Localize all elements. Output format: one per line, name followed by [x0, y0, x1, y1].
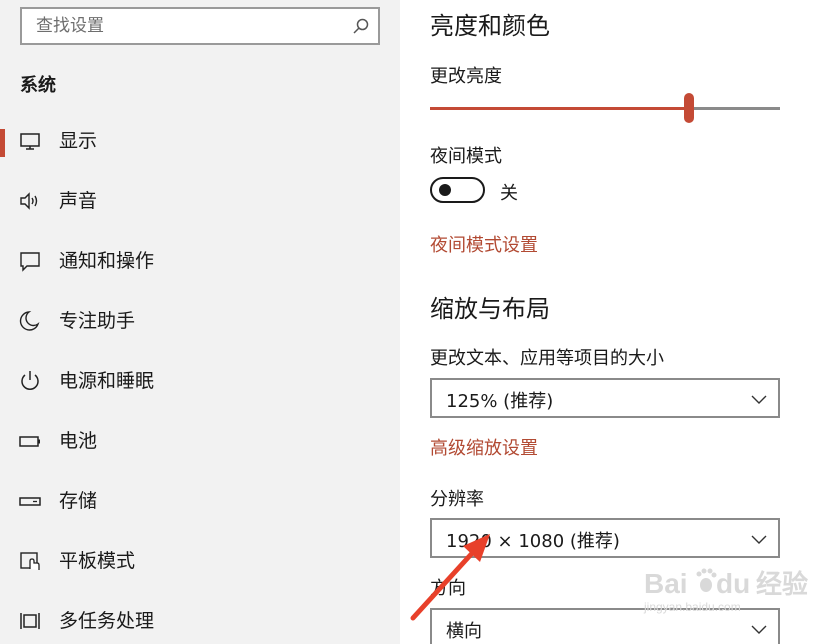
sidebar-item-storage[interactable]: 存储 — [0, 477, 400, 525]
night-light-toggle[interactable] — [430, 177, 485, 203]
sidebar-item-power-sleep[interactable]: 电源和睡眠 — [0, 357, 400, 405]
slider-fill — [430, 107, 689, 110]
night-light-label: 夜间模式 — [430, 146, 502, 167]
sidebar-item-label: 平板模式 — [59, 550, 136, 572]
battery-icon — [19, 436, 40, 447]
sidebar-item-display[interactable]: 显示 — [0, 117, 400, 165]
multitasking-icon — [20, 613, 40, 629]
search-input[interactable] — [22, 9, 342, 43]
sidebar-item-label: 电源和睡眠 — [59, 370, 155, 392]
chevron-down-icon — [751, 535, 767, 544]
power-icon — [21, 371, 39, 390]
resolution-label: 分辨率 — [430, 489, 484, 510]
scale-layout-heading: 缩放与布局 — [430, 295, 550, 323]
toggle-knob — [439, 184, 451, 196]
sidebar-item-battery[interactable]: 电池 — [0, 417, 400, 465]
paw-icon — [696, 568, 717, 592]
scale-dropdown-value: 125% (推荐) — [446, 391, 554, 412]
brightness-label: 更改亮度 — [430, 66, 502, 87]
brightness-slider[interactable] — [430, 93, 780, 123]
sidebar-item-label: 声音 — [59, 190, 98, 212]
chevron-down-icon — [751, 625, 767, 634]
watermark-brand2: du — [716, 568, 750, 599]
section-title: 系统 — [20, 75, 56, 96]
sidebar-item-notifications[interactable]: 通知和操作 — [0, 237, 400, 285]
sidebar-item-tablet-mode[interactable]: 平板模式 — [0, 537, 400, 585]
chevron-down-icon — [751, 395, 767, 404]
watermark-brand: Bai — [644, 568, 688, 599]
active-indicator — [0, 129, 5, 157]
sidebar-item-label: 多任务处理 — [59, 610, 155, 632]
scale-dropdown[interactable]: 125% (推荐) — [430, 378, 780, 418]
sidebar-item-sound[interactable]: 声音 — [0, 177, 400, 225]
moon-icon — [19, 311, 40, 331]
sidebar-item-label: 通知和操作 — [59, 250, 155, 272]
slider-thumb[interactable] — [684, 93, 694, 123]
tablet-mode-icon — [20, 552, 40, 570]
speaker-icon — [20, 192, 38, 210]
baidu-watermark: Bai du 经验 jingyan.baidu.com — [643, 568, 808, 614]
notification-icon — [20, 252, 40, 272]
search-box[interactable] — [20, 7, 380, 45]
sidebar-item-label: 存储 — [59, 490, 98, 512]
annotation-arrow — [410, 534, 490, 621]
sidebar-item-label: 专注助手 — [59, 310, 136, 332]
search-icon[interactable] — [352, 17, 370, 35]
brightness-heading: 亮度和颜色 — [430, 12, 550, 40]
sidebar-item-multitasking[interactable]: 多任务处理 — [0, 597, 400, 644]
advanced-scaling-link[interactable]: 高级缩放设置 — [430, 434, 538, 460]
sidebar-item-label: 电池 — [59, 430, 98, 452]
watermark-domain: jingyan.baidu.com — [643, 600, 741, 614]
night-light-state: 关 — [500, 183, 518, 204]
sidebar-item-focus-assist[interactable]: 专注助手 — [0, 297, 400, 345]
night-light-settings-link[interactable]: 夜间模式设置 — [430, 231, 538, 257]
sidebar: 系统 显示 声音 通知和操作 专注助手 — [0, 0, 400, 644]
monitor-icon — [20, 133, 40, 150]
sidebar-item-label: 显示 — [59, 130, 98, 152]
watermark-product: 经验 — [756, 569, 808, 600]
storage-icon — [19, 497, 41, 506]
scale-label: 更改文本、应用等项目的大小 — [430, 348, 664, 369]
